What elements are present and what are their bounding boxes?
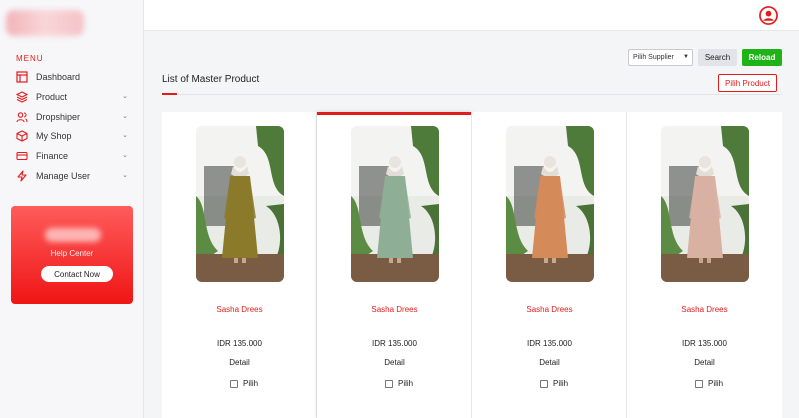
product-card[interactable]: Sasha Drees IDR 135.000 Detail Pilih	[162, 112, 317, 418]
chevron-down-icon: ⌄	[122, 113, 128, 120]
page-title: List of Master Product	[162, 74, 260, 85]
product-image[interactable]	[661, 126, 749, 282]
product-card[interactable]: Sasha Drees IDR 135.000 Detail Pilih	[317, 112, 472, 418]
product-name[interactable]: Sasha Drees	[472, 305, 627, 314]
pilih-label: Pilih	[553, 379, 569, 388]
pilih-product-button[interactable]: Pilih Product	[718, 74, 777, 92]
product-image[interactable]	[196, 126, 284, 282]
product-price: IDR 135.000	[372, 339, 417, 348]
sidebar: MENU Dashboard Product ⌄ Dropshiper ⌄ My…	[0, 0, 144, 418]
chevron-down-icon: ⌄	[122, 93, 128, 100]
detail-link[interactable]: Detail	[472, 358, 627, 367]
chevron-down-icon: ⌄	[122, 152, 128, 159]
checkbox[interactable]	[385, 379, 393, 388]
detail-link[interactable]: Detail	[627, 358, 782, 367]
layers-icon	[16, 91, 28, 103]
help-illustration	[45, 228, 101, 242]
pilih-label: Pilih	[243, 379, 259, 388]
sidebar-item-finance[interactable]: Finance ⌄	[16, 147, 132, 165]
search-button[interactable]: Search	[698, 49, 737, 66]
sidebar-item-manage-user[interactable]: Manage User ⌄	[16, 167, 132, 185]
pilih-checkbox[interactable]: Pilih	[230, 379, 258, 388]
users-icon	[16, 111, 28, 123]
chevron-down-icon: ⌄	[122, 132, 128, 139]
product-name[interactable]: Sasha Drees	[317, 305, 472, 314]
sidebar-item-label: My Shop	[36, 131, 72, 141]
sidebar-item-dropshiper[interactable]: Dropshiper ⌄	[16, 108, 132, 126]
product-image[interactable]	[506, 126, 594, 282]
sidebar-item-dashboard[interactable]: Dashboard	[16, 68, 132, 86]
sidebar-item-label: Product	[36, 92, 68, 102]
checkbox[interactable]	[540, 379, 548, 388]
help-center-card: Help Center Contact Now	[11, 206, 133, 304]
product-card[interactable]: Sasha Drees IDR 135.000 Detail Pilih	[472, 112, 627, 418]
pilih-checkbox[interactable]: Pilih	[540, 379, 568, 388]
lightning-icon	[16, 170, 28, 182]
chevron-down-icon: ▼	[683, 54, 689, 60]
sidebar-item-label: Finance	[36, 151, 69, 161]
sidebar-item-product[interactable]: Product ⌄	[16, 88, 132, 106]
product-grid: Sasha Drees IDR 135.000 Detail Pilih Sas…	[162, 112, 782, 418]
credit-card-icon	[16, 150, 28, 162]
supplier-select[interactable]: Pilih Supplier ▼	[628, 49, 693, 66]
box-icon	[16, 130, 28, 142]
checkbox[interactable]	[230, 379, 238, 388]
product-price: IDR 135.000	[527, 339, 572, 348]
product-image[interactable]	[351, 126, 439, 282]
chevron-down-icon: ⌄	[122, 172, 128, 179]
help-center-text: Help Center	[50, 249, 94, 258]
product-name[interactable]: Sasha Drees	[627, 305, 782, 314]
product-price: IDR 135.000	[217, 339, 262, 348]
detail-link[interactable]: Detail	[162, 358, 317, 367]
pilih-label: Pilih	[708, 379, 724, 388]
pilih-label: Pilih	[398, 379, 414, 388]
supplier-select-value: Pilih Supplier	[633, 54, 674, 61]
menu-title: MENU	[16, 54, 44, 63]
pilih-checkbox[interactable]: Pilih	[695, 379, 723, 388]
checkbox[interactable]	[695, 379, 703, 388]
sidebar-item-label: Manage User	[36, 171, 91, 181]
product-price: IDR 135.000	[682, 339, 727, 348]
dashboard-icon	[16, 71, 28, 83]
topbar	[144, 0, 799, 31]
sidebar-item-label: Dropshiper	[36, 112, 81, 122]
reload-button[interactable]: Reload	[742, 49, 782, 66]
product-card[interactable]: Sasha Drees IDR 135.000 Detail Pilih	[627, 112, 782, 418]
sidebar-item-label: Dashboard	[36, 72, 81, 82]
contact-now-button[interactable]: Contact Now	[41, 266, 113, 282]
title-underline	[162, 93, 177, 95]
user-avatar-icon[interactable]	[759, 6, 778, 25]
product-name[interactable]: Sasha Drees	[162, 305, 317, 314]
divider	[178, 94, 782, 95]
logo[interactable]	[6, 10, 84, 36]
pilih-checkbox[interactable]: Pilih	[385, 379, 413, 388]
sidebar-item-my-shop[interactable]: My Shop ⌄	[16, 127, 132, 145]
detail-link[interactable]: Detail	[317, 358, 472, 367]
